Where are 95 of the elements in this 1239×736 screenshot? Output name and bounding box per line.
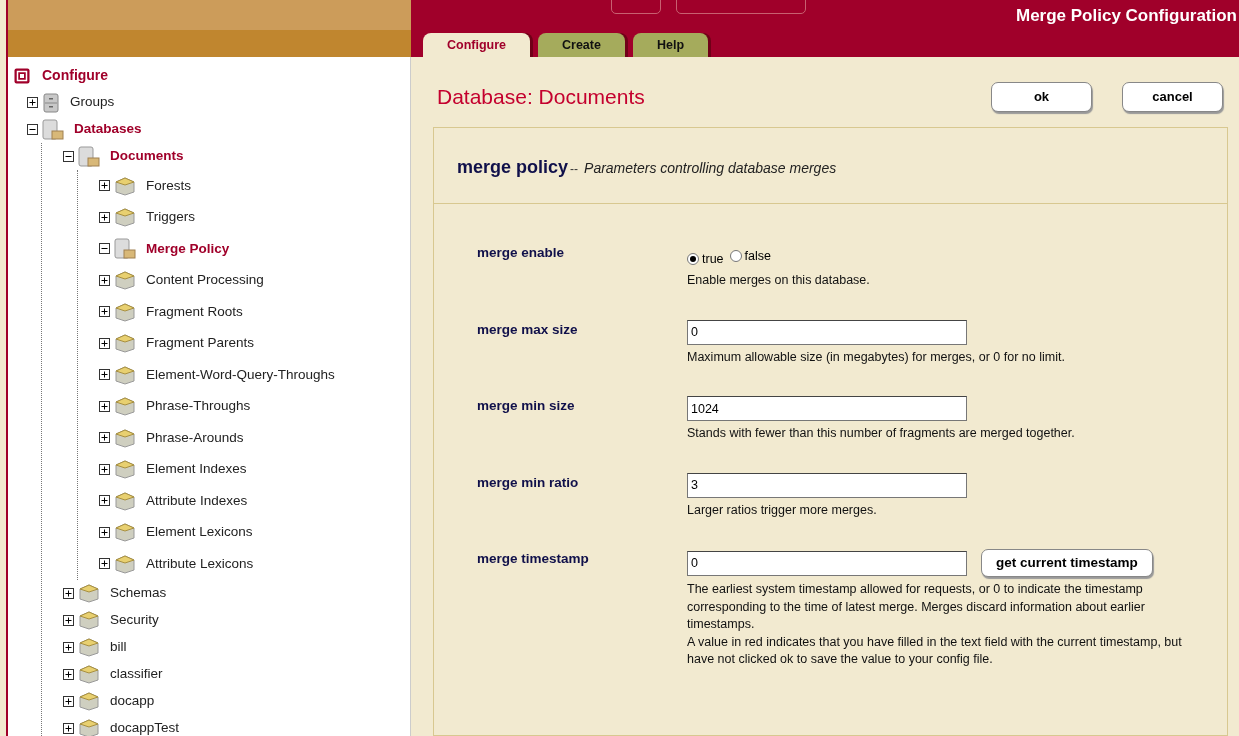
tree-item[interactable]: Phrase-Arounds [146, 427, 244, 448]
box-icon [114, 333, 136, 354]
expand-icon[interactable] [63, 587, 74, 599]
tree-item[interactable]: Element Indexes [146, 459, 247, 480]
field-description: The earliest system timestamp allowed for requests, or 0 to indicate the timestamp corresponding to the time of latest merge. Merges discard information about earlier timestamps. A value in red indicates that you have filled in the text field with the current timestamp, but have not clicked ok to save the value to your config file. [687, 581, 1183, 669]
tab[interactable]: Configure [423, 33, 531, 57]
box-icon [78, 637, 100, 657]
box-icon [114, 553, 136, 574]
box-icon [114, 364, 136, 385]
tree-item[interactable]: Element-Word-Query-Throughs [146, 364, 335, 385]
collapse-icon[interactable] [27, 124, 38, 135]
expand-icon[interactable] [99, 211, 110, 223]
expand-icon[interactable] [63, 722, 74, 734]
configure-icon [14, 67, 30, 84]
expand-icon[interactable] [99, 306, 110, 318]
box-icon [78, 664, 100, 684]
tree-item[interactable]: Fragment Roots [146, 301, 243, 322]
field-label: merge min ratio [477, 473, 580, 492]
action-button[interactable]: cancel [1122, 81, 1223, 112]
box-icon [114, 270, 136, 291]
tree-item[interactable]: Databases [74, 119, 142, 140]
tree-item[interactable]: docapp [110, 690, 155, 712]
database-icon [114, 237, 136, 260]
box-icon [114, 175, 136, 196]
box-icon [114, 301, 136, 322]
tree-item[interactable]: Phrase-Throughs [146, 396, 251, 417]
text-field[interactable]: 1024 [687, 396, 967, 422]
tree-item[interactable]: Fragment Parents [146, 333, 255, 354]
tree-item[interactable]: Merge Policy [146, 238, 230, 259]
box-icon [78, 718, 100, 736]
expand-icon[interactable] [63, 641, 74, 653]
database-icon [42, 118, 64, 141]
section-title: merge policy [457, 156, 569, 177]
expand-icon[interactable] [99, 463, 110, 475]
expand-icon[interactable] [99, 432, 110, 444]
text-field[interactable]: 0 [687, 550, 967, 576]
box-icon [114, 522, 136, 543]
field-description: Larger ratios trigger more merges. [687, 501, 878, 519]
page-heading: Merge Policy Configuration [1015, 5, 1238, 27]
box-icon [114, 207, 136, 228]
collapse-icon[interactable] [99, 243, 110, 255]
tree-item[interactable]: Forests [146, 175, 191, 196]
field-label: merge timestamp [477, 550, 590, 569]
expand-icon[interactable] [99, 274, 110, 286]
tree-item[interactable]: Security [110, 609, 159, 631]
expand-icon[interactable] [99, 526, 110, 538]
tree-item[interactable]: Configure [42, 65, 109, 86]
tree-item[interactable]: docappTest [110, 717, 180, 736]
tree-item[interactable]: Documents [110, 146, 184, 167]
field-description: Stands with fewer than this number of fragments are merged together. [687, 425, 1076, 443]
box-icon [114, 396, 136, 417]
box-icon [114, 490, 136, 511]
box-icon [78, 610, 100, 630]
field-description: Enable merges on this database. [687, 272, 871, 290]
field-label: merge enable [477, 243, 566, 262]
cabinet-icon [42, 92, 60, 113]
expand-icon[interactable] [99, 369, 110, 381]
tree-item[interactable]: bill [110, 636, 127, 658]
expand-icon[interactable] [99, 337, 110, 349]
tree-item[interactable]: Attribute Indexes [146, 490, 248, 511]
tab[interactable]: Create [538, 33, 625, 57]
tab[interactable]: Help [632, 33, 709, 57]
timestamp-button[interactable]: get current timestamp [981, 549, 1153, 578]
box-icon [78, 583, 100, 603]
action-button[interactable]: ok [991, 81, 1092, 112]
field-label: merge min size [477, 397, 576, 416]
section-subtitle: Parameters controlling database merges [584, 159, 837, 176]
tree-item[interactable]: Element Lexicons [146, 522, 253, 543]
text-field[interactable]: 0 [687, 319, 967, 345]
database-icon [78, 145, 100, 168]
separator-text: -- [570, 161, 579, 176]
radio-option[interactable]: true [687, 245, 724, 269]
tree-item[interactable]: Triggers [146, 207, 195, 228]
tree-item[interactable]: Attribute Lexicons [146, 553, 254, 574]
text-field[interactable]: 3 [687, 472, 967, 498]
field-label: merge max size [477, 320, 579, 339]
expand-icon[interactable] [99, 495, 110, 507]
tree-item[interactable]: Groups [70, 92, 115, 113]
database-title: Database: Documents [437, 84, 645, 110]
expand-icon[interactable] [99, 400, 110, 412]
tree-item[interactable]: Schemas [110, 582, 167, 604]
expand-icon[interactable] [27, 97, 38, 108]
expand-icon[interactable] [63, 614, 74, 626]
box-icon [114, 459, 136, 480]
field-description: Maximum allowable size (in megabytes) for merges, or 0 for no limit. [687, 348, 1066, 366]
tree-item[interactable]: classifier [110, 663, 163, 685]
expand-icon[interactable] [99, 558, 110, 570]
collapse-icon[interactable] [63, 151, 74, 162]
box-icon [114, 427, 136, 448]
box-icon [78, 691, 100, 711]
expand-icon[interactable] [63, 695, 74, 707]
expand-icon[interactable] [99, 180, 110, 192]
expand-icon[interactable] [63, 668, 74, 680]
tree-item[interactable]: Content Processing [146, 270, 264, 291]
radio-option[interactable]: false [729, 242, 771, 266]
